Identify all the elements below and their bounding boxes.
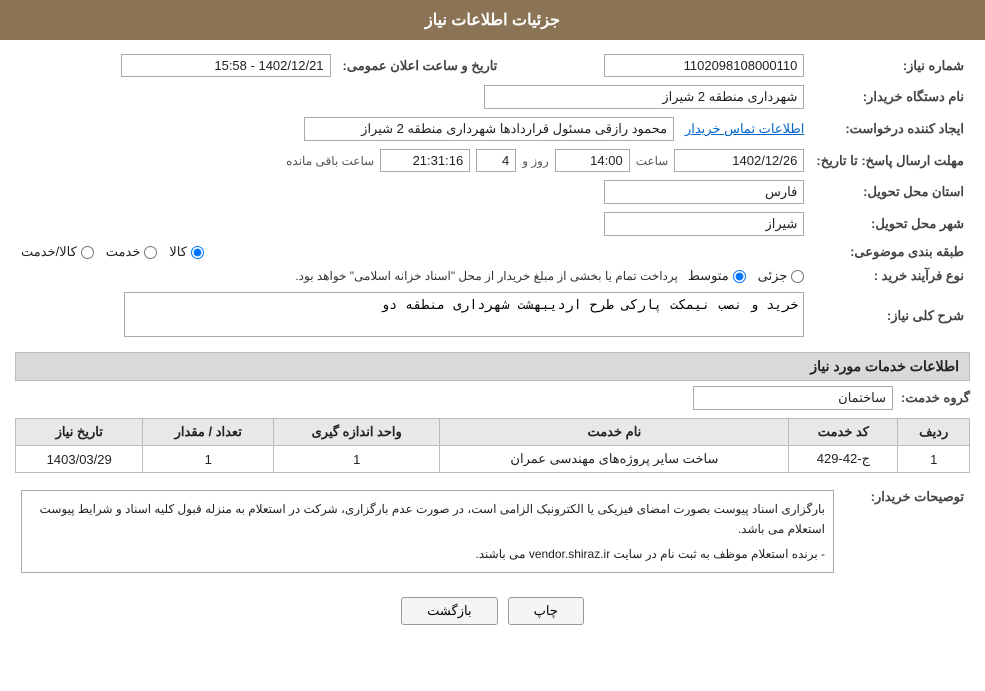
tarifBandi-option-khadamat[interactable]: خدمت: [106, 244, 158, 260]
tarifBandi-option-kala[interactable]: کالا: [169, 244, 204, 260]
buttons-row: چاپ بازگشت: [15, 597, 970, 625]
cell-tedad: 1: [143, 446, 274, 473]
tarifBandi-option-kalaKhadamat-label: کالا/خدمت: [21, 244, 77, 260]
tarikheElam-label: تاریخ و ساعت اعلان عمومی:: [343, 58, 498, 73]
col-kodKhadamat: کد خدمت: [789, 419, 898, 446]
noFarayand-option-jozi-label: جزئی: [758, 268, 788, 284]
shahrTahvil-label: شهر محل تحویل:: [810, 208, 970, 240]
tarifBandi-radio-khadamat[interactable]: [144, 246, 157, 259]
tarifBandi-radio-kalaKhadamat[interactable]: [81, 246, 94, 259]
mohlat-baqi-label: ساعت باقی مانده: [286, 154, 374, 168]
cell-tarikh: 1403/03/29: [16, 446, 143, 473]
col-tarikh: تاریخ نیاز: [16, 419, 143, 446]
tarifBandi-option-kala-label: کالا: [169, 244, 187, 260]
mohlat-baqi: 21:31:16: [380, 149, 470, 172]
main-content: شماره نیاز: 1102098108000110 تاریخ و ساع…: [0, 40, 985, 645]
noFarayand-label: نوع فرآیند خرید :: [810, 264, 970, 288]
services-table: ردیف کد خدمت نام خدمت واحد اندازه گیری ت…: [15, 418, 970, 473]
mohlat-saat-label: ساعت: [636, 154, 669, 168]
ijadKonande-value: محمود رازقی مسئول قراردادها شهرداری منطق…: [304, 117, 674, 141]
mohlat-roz: 4: [476, 149, 516, 172]
col-namKhadamat: نام خدمت: [440, 419, 789, 446]
page-title: جزئیات اطلاعات نیاز: [425, 12, 560, 29]
tosif-box: بارگزاری اسناد پیوست بصورت امضای فیزیکی …: [21, 490, 834, 573]
cell-namKhadamat: ساخت سایر پروژه‌های مهندسی عمران: [440, 446, 789, 473]
groupKhadamat-label: گروه خدمت:: [901, 390, 970, 406]
tosif-label: توصیحات خریدار:: [840, 481, 970, 582]
tarifBandi-option-khadamat-label: خدمت: [106, 244, 141, 260]
groupKhadamat-value: ساختمان: [693, 386, 893, 410]
noFarayand-option-jozi[interactable]: جزئی: [758, 268, 805, 284]
tarifBandi-option-kalaKhadamat[interactable]: کالا/خدمت: [21, 244, 94, 260]
tarifBandi-label: طبقه بندی موضوعی:: [810, 240, 970, 264]
noFarayand-note: پرداخت تمام یا بخشی از مبلغ خریدار از مح…: [295, 269, 678, 283]
col-vahed: واحد اندازه گیری: [274, 419, 440, 446]
tosif-line2: - برنده استعلام موظف به ثبت نام در سایت …: [30, 544, 825, 564]
page-wrapper: جزئیات اطلاعات نیاز شماره نیاز: 11020981…: [0, 0, 985, 691]
groupKhadamat-row: گروه خدمت: ساختمان: [15, 386, 970, 410]
sharhKoli-container: [21, 292, 804, 340]
shomareNiaz-label: شماره نیاز:: [810, 50, 970, 81]
shomareNiaz-input: 1102098108000110: [604, 54, 804, 77]
mohlat-label: مهلت ارسال پاسخ: تا تاریخ:: [810, 145, 970, 176]
shomareNiaz-value: 1102098108000110: [503, 50, 810, 81]
tarikheElam-value: 1402/12/21 - 15:58: [121, 54, 331, 77]
tosif-line1: بارگزاری اسناد پیوست بصورت امضای فیزیکی …: [30, 499, 825, 540]
table-row: 1ج-42-429ساخت سایر پروژه‌های مهندسی عمرا…: [16, 446, 970, 473]
namDastgah-label: نام دستگاه خریدار:: [810, 81, 970, 113]
noFarayand-group: متوسط جزئی: [688, 268, 805, 284]
col-tedad: تعداد / مقدار: [143, 419, 274, 446]
mohlat-saat: 14:00: [555, 149, 630, 172]
top-info-table: شماره نیاز: 1102098108000110 تاریخ و ساع…: [15, 50, 970, 344]
noFarayand-option-motavas[interactable]: متوسط: [688, 268, 746, 284]
ijadKonande-link[interactable]: اطلاعات تماس خریدار: [685, 121, 804, 136]
sharhKoli-label: شرح کلی نیاز:: [810, 288, 970, 344]
noFarayand-radio-jozi[interactable]: [791, 270, 804, 283]
mohlat-roz-label: روز و: [522, 154, 549, 168]
col-radif: ردیف: [898, 419, 970, 446]
mohlat-date: 1402/12/26: [674, 149, 804, 172]
tarifBandi-radio-kala[interactable]: [191, 246, 204, 259]
cell-kodKhadamat: ج-42-429: [789, 446, 898, 473]
tarifBandi-group: کالا/خدمت خدمت کالا: [21, 244, 804, 260]
noFarayand-radio-motavas[interactable]: [733, 270, 746, 283]
sharhKoli-textarea[interactable]: [124, 292, 804, 337]
ijadKonande-label: ایجاد کننده درخواست:: [810, 113, 970, 145]
ostanTahvil-label: استان محل تحویل:: [810, 176, 970, 208]
tosif-table: توصیحات خریدار: بارگزاری اسناد پیوست بصو…: [15, 481, 970, 582]
services-section-header: اطلاعات خدمات مورد نیاز: [15, 352, 970, 381]
bazgasht-button[interactable]: بازگشت: [401, 597, 497, 625]
chap-button[interactable]: چاپ: [508, 597, 584, 625]
noFarayand-option-motavas-label: متوسط: [688, 268, 729, 284]
ostanTahvil-value: فارس: [604, 180, 804, 204]
namDastgah-value: شهرداری منطقه 2 شیراز: [484, 85, 804, 109]
page-header: جزئیات اطلاعات نیاز: [0, 0, 985, 40]
cell-vahed: 1: [274, 446, 440, 473]
shahrTahvil-value: شیراز: [604, 212, 804, 236]
cell-radif: 1: [898, 446, 970, 473]
